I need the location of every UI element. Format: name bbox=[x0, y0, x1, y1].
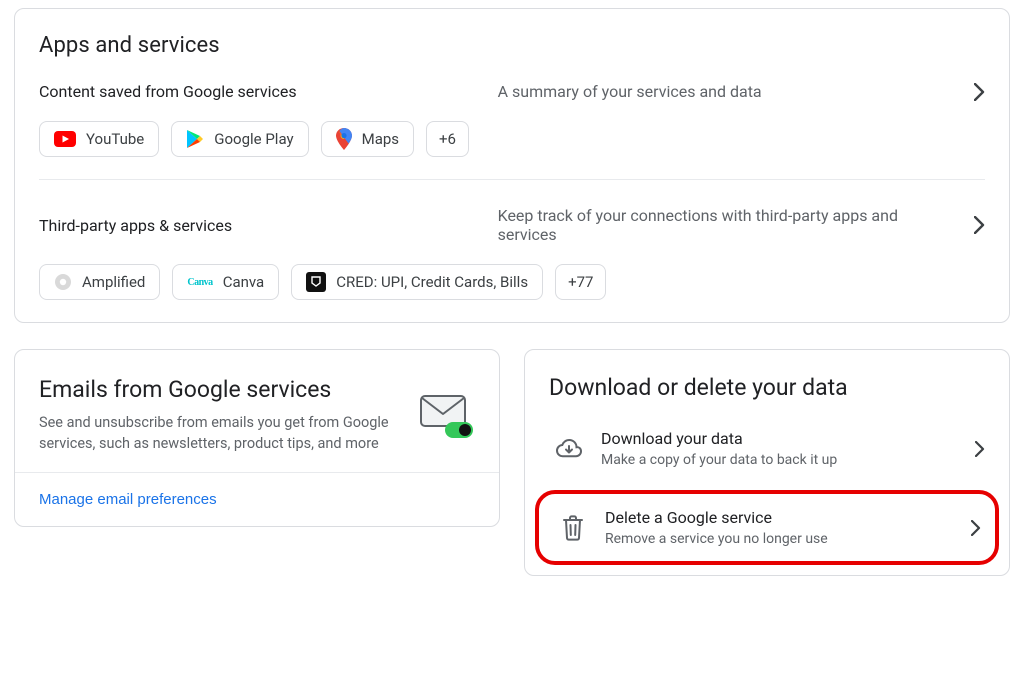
cloud-download-icon bbox=[553, 438, 585, 460]
divider bbox=[39, 179, 985, 180]
maps-icon bbox=[336, 128, 352, 150]
content-saved-label: Content saved from Google services bbox=[39, 82, 484, 101]
chip-maps[interactable]: Maps bbox=[321, 121, 414, 157]
canva-icon: Canva bbox=[187, 277, 212, 288]
delete-service-desc: Remove a service you no longer use bbox=[605, 531, 955, 547]
chip-label: Maps bbox=[362, 130, 399, 148]
content-saved-desc: A summary of your services and data bbox=[498, 82, 960, 101]
chip-label: Amplified bbox=[82, 273, 145, 291]
apps-and-services-card: Apps and services Content saved from Goo… bbox=[14, 8, 1010, 323]
third-party-chips: Amplified Canva Canva CRED: UPI, Credit … bbox=[39, 264, 985, 300]
cred-icon bbox=[306, 272, 326, 292]
chip-google-play[interactable]: Google Play bbox=[171, 121, 308, 157]
emails-card: Emails from Google services See and unsu… bbox=[14, 349, 500, 527]
google-play-icon bbox=[186, 129, 204, 149]
download-delete-card: Download or delete your data Download yo… bbox=[524, 349, 1010, 576]
apps-and-services-title: Apps and services bbox=[39, 33, 985, 58]
chip-youtube[interactable]: YouTube bbox=[39, 121, 159, 157]
emails-desc: See and unsubscribe from emails you get … bbox=[39, 412, 403, 454]
download-your-data-row[interactable]: Download your data Make a copy of your d… bbox=[525, 413, 1009, 484]
chip-canva[interactable]: Canva Canva bbox=[172, 264, 279, 300]
chevron-right-icon bbox=[974, 83, 985, 101]
chevron-right-icon bbox=[971, 520, 981, 536]
chip-more-google[interactable]: +6 bbox=[426, 121, 469, 157]
youtube-icon bbox=[54, 131, 76, 147]
third-party-label: Third-party apps & services bbox=[39, 216, 484, 235]
chip-amplified[interactable]: Amplified bbox=[39, 264, 160, 300]
delete-google-service-row[interactable]: Delete a Google service Remove a service… bbox=[539, 494, 995, 561]
chip-label: YouTube bbox=[86, 130, 144, 148]
manage-email-preferences-link[interactable]: Manage email preferences bbox=[39, 491, 217, 508]
chip-more-label: +77 bbox=[568, 273, 593, 291]
chip-more-label: +6 bbox=[439, 130, 456, 148]
chip-cred[interactable]: CRED: UPI, Credit Cards, Bills bbox=[291, 264, 543, 300]
download-delete-title: Download or delete your data bbox=[549, 374, 985, 401]
trash-icon bbox=[557, 515, 589, 541]
content-saved-row[interactable]: Content saved from Google services A sum… bbox=[39, 76, 985, 107]
email-toggle-icon bbox=[419, 392, 475, 454]
third-party-row[interactable]: Third-party apps & services Keep track o… bbox=[39, 200, 985, 250]
third-party-desc: Keep track of your connections with thir… bbox=[498, 206, 960, 244]
amplified-icon bbox=[54, 273, 72, 291]
chip-label: Canva bbox=[223, 273, 265, 291]
google-services-chips: YouTube Google Play bbox=[39, 121, 985, 157]
chip-more-third-party[interactable]: +77 bbox=[555, 264, 606, 300]
delete-service-title: Delete a Google service bbox=[605, 508, 955, 527]
download-your-data-desc: Make a copy of your data to back it up bbox=[601, 452, 959, 468]
download-your-data-title: Download your data bbox=[601, 429, 959, 448]
emails-title: Emails from Google services bbox=[39, 374, 403, 406]
chevron-right-icon bbox=[975, 441, 985, 457]
chip-label: CRED: UPI, Credit Cards, Bills bbox=[336, 273, 528, 291]
chip-label: Google Play bbox=[214, 130, 293, 148]
chevron-right-icon bbox=[974, 216, 985, 234]
delete-service-highlight: Delete a Google service Remove a service… bbox=[535, 490, 999, 565]
